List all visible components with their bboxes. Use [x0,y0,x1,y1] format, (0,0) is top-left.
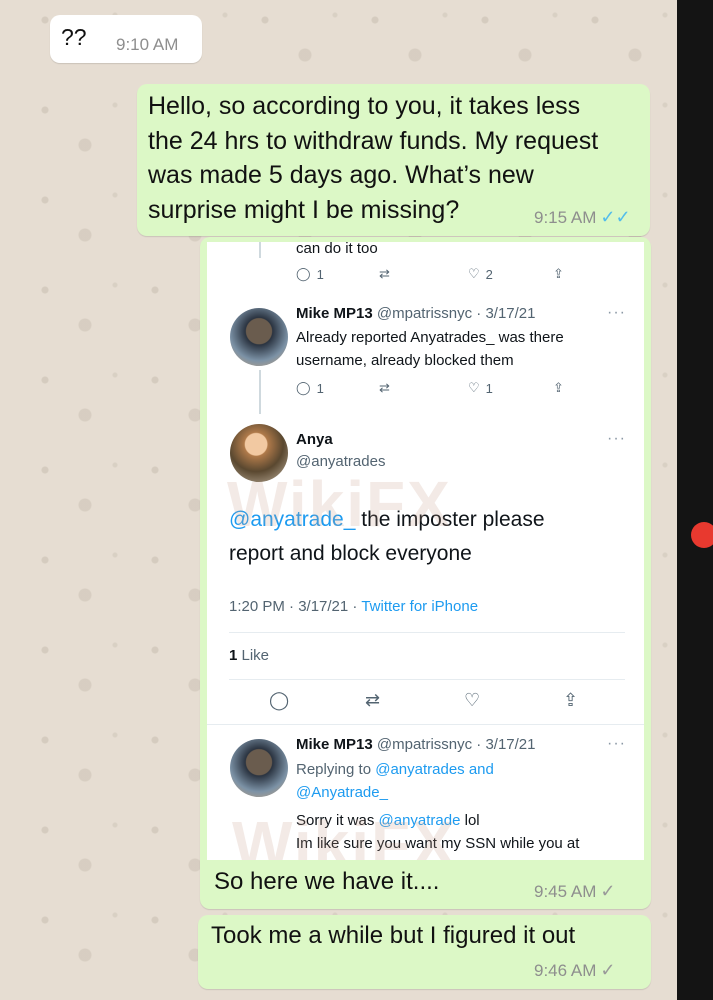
thread-line [259,370,261,414]
share-icon: ⇪ [553,380,564,395]
message-line: surprise might I be missing? [148,195,460,224]
retweet-icon: ⇄ [379,380,390,395]
message-time: 9:46 AM [534,961,597,980]
tweet-text-line: Already reported Anyatrades_ was there [296,329,564,346]
message-outgoing[interactable]: Hello, so according to you, it takes les… [137,84,650,236]
tweet-author-row: Mike MP13 @mpatrissnyc · 3/17/21 [296,305,536,322]
like-action[interactable]: ♡ [464,690,480,711]
more-icon[interactable]: ··· [607,304,626,322]
reply-count: 1 [316,266,324,282]
message-incoming[interactable]: ?? 9:10 AM [50,15,202,63]
tweet-screenshot-image[interactable]: can do it too ◯ 1 ⇄ ♡ 2 ⇪ Mike MP13 @mpatr… [207,242,644,860]
message-line: the 24 hrs to withdraw funds. My request [148,126,599,155]
watermark: WikiFX [227,468,452,540]
watermark: WikiFX [232,808,457,860]
record-indicator [691,522,713,548]
reply-icon: ◯ [296,266,311,281]
reply-action[interactable]: ◯ 1 [296,266,324,282]
retweet-action[interactable]: ⇄ [379,266,390,282]
tweet-text-part: lol [460,812,480,829]
heart-icon: ♡ [468,380,480,395]
divider [207,724,644,725]
message-time-row: 9:15 AM ✓✓ [534,207,631,228]
like-action[interactable]: ♡ 2 [468,266,493,282]
reply-icon: ◯ [296,380,311,395]
like-summary-label: Like [237,647,270,664]
heart-icon: ♡ [468,266,480,281]
tweet-body-line: report and block everyone [229,542,472,565]
divider [229,679,625,680]
sent-check-icon: ✓ [600,960,616,980]
message-text: ?? [61,24,87,50]
heart-icon: ♡ [464,690,481,710]
author-name: Mike MP13 [296,736,373,753]
tweet-time-date: 1:20 PM · 3/17/21 · [229,598,362,615]
reply-action[interactable]: ◯ [269,690,289,711]
like-action[interactable]: ♡ 1 [468,380,493,396]
author-handle-date: @mpatrissnyc · 3/17/21 [376,305,536,322]
tweet-timestamp-row: 1:20 PM · 3/17/21 · Twitter for iPhone [229,598,478,615]
message-outgoing[interactable]: Took me a while but I figured it out 9:4… [198,915,651,989]
message-line: was made 5 days ago. What’s new [148,161,534,189]
message-time-row: 9:45 AM ✓ [534,881,615,902]
mention-link[interactable]: @anyatrades [375,761,464,778]
message-line: Hello, so according to you, it takes les… [148,92,581,120]
tweet-text-partial: can do it too [296,242,378,257]
message-time-row: 9:46 AM ✓ [534,960,615,981]
avatar[interactable] [230,739,288,797]
mention-link[interactable]: @Anyatrade_ [296,784,388,801]
reply-count: 1 [316,380,324,396]
divider [229,632,625,633]
message-time: 9:15 AM [534,208,597,227]
sent-check-icon: ✓ [600,881,616,901]
author-handle-date: @mpatrissnyc · 3/17/21 [376,736,536,753]
more-icon[interactable]: ··· [607,430,626,448]
tweet-source-link[interactable]: Twitter for iPhone [361,598,478,615]
replying-to-line: Replying to @anyatrades and [296,761,494,778]
retweet-icon: ⇄ [379,266,390,281]
tweet-text-line: username, already blocked them [296,352,514,369]
retweet-action[interactable]: ⇄ [365,690,380,711]
reply-icon: ◯ [269,690,290,710]
share-action[interactable]: ⇪ [563,690,578,711]
share-icon: ⇪ [563,690,579,710]
replying-prefix: Replying to [296,761,376,778]
message-caption: So here we have it.... [214,868,440,895]
reply-action[interactable]: ◯ 1 [296,380,324,396]
replying-and: and [464,761,494,778]
message-time: 9:10 AM [116,35,179,54]
share-action[interactable]: ⇪ [553,380,564,396]
right-edge [677,0,713,1000]
retweet-action[interactable]: ⇄ [379,380,390,396]
retweet-icon: ⇄ [365,690,381,710]
message-text: Took me a while but I figured it out [211,922,576,949]
thread-line [259,242,261,258]
share-action[interactable]: ⇪ [553,266,564,282]
left-edge [0,0,25,1000]
message-time: 9:45 AM [534,882,597,901]
tweet-author-row: Mike MP13 @mpatrissnyc · 3/17/21 [296,736,536,753]
author-name: Anya [296,431,333,448]
share-icon: ⇪ [553,266,564,281]
like-count: 1 [485,380,493,396]
like-summary[interactable]: 1 Like [229,647,269,664]
like-count: 2 [485,266,493,282]
author-name: Mike MP13 [296,305,373,322]
more-icon[interactable]: ··· [607,735,626,753]
read-receipt-icon: ✓✓ [600,207,631,227]
avatar[interactable] [230,308,288,366]
